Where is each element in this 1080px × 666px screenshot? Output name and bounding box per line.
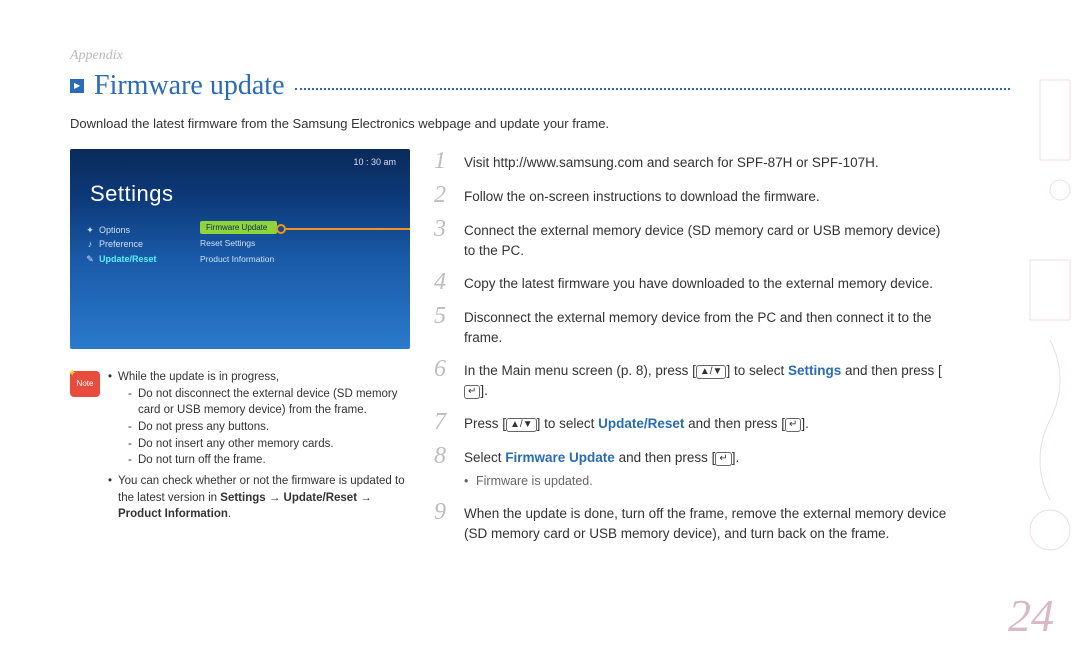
pencil-icon: ✎ xyxy=(86,252,94,266)
note-line-2c: . xyxy=(228,508,231,520)
step-number: 2 xyxy=(434,183,450,207)
title-row: Firmware update xyxy=(70,70,1010,102)
step-text: In the Main menu screen (p. 8), press [▲… xyxy=(464,357,950,400)
note-icon: ♪ xyxy=(86,237,94,251)
note-badge-icon: Note xyxy=(70,371,100,397)
menu-update-reset: Update/Reset xyxy=(99,252,157,266)
update-reset-link: Update/Reset xyxy=(598,416,684,431)
step-text: Follow the on-screen instructions to dow… xyxy=(464,183,820,207)
play-icon xyxy=(70,79,84,93)
steps-list: 1 Visit http://www.samsung.com and searc… xyxy=(434,149,950,543)
step-3: 3 Connect the external memory device (SD… xyxy=(434,217,950,260)
screenshot-time: 10 : 30 am xyxy=(353,157,396,167)
settings-link: Settings xyxy=(788,363,841,378)
step-6: 6 In the Main menu screen (p. 8), press … xyxy=(434,357,950,400)
step-number: 6 xyxy=(434,357,450,381)
menu-preference: Preference xyxy=(99,237,143,251)
screenshot-right-menu: Firmware Update Reset Settings Product I… xyxy=(200,219,277,267)
note-sub-2: Do not press any buttons. xyxy=(128,419,410,436)
title-dotted-line xyxy=(295,88,1011,90)
step-8: 8 Select Firmware Update and then press … xyxy=(434,444,950,490)
step-text: Select Firmware Update and then press [↵… xyxy=(464,444,739,490)
step-9: 9 When the update is done, turn off the … xyxy=(434,500,950,543)
step-1: 1 Visit http://www.samsung.com and searc… xyxy=(434,149,950,173)
note-sub-1: Do not disconnect the external device (S… xyxy=(128,386,410,419)
step-5: 5 Disconnect the external memory device … xyxy=(434,304,950,347)
step-text: Copy the latest firmware you have downlo… xyxy=(464,270,933,294)
menu-firmware-update: Firmware Update xyxy=(200,221,277,234)
callout-circle-icon xyxy=(276,224,286,234)
updown-key-icon: ▲/▼ xyxy=(696,365,727,379)
gear-icon: ✦ xyxy=(86,223,94,237)
step-text: When the update is done, turn off the fr… xyxy=(464,500,950,543)
step-8-note: Firmware is updated. xyxy=(464,472,739,490)
menu-reset-settings: Reset Settings xyxy=(200,235,277,251)
step-number: 5 xyxy=(434,304,450,328)
callout-line xyxy=(286,228,410,230)
section-label: Appendix xyxy=(70,48,1010,64)
step-number: 1 xyxy=(434,149,450,173)
menu-options: Options xyxy=(99,223,130,237)
note-sub-4: Do not turn off the frame. xyxy=(128,452,410,469)
page-title: Firmware update xyxy=(94,70,285,102)
step-4: 4 Copy the latest firmware you have down… xyxy=(434,270,950,294)
step-number: 8 xyxy=(434,444,450,468)
step-7: 7 Press [▲/▼] to select Update/Reset and… xyxy=(434,410,950,434)
settings-screenshot: 10 : 30 am Settings ✦ Options ♪ Preference… xyxy=(70,149,410,349)
menu-product-information: Product Information xyxy=(200,251,277,267)
step-text: Connect the external memory device (SD m… xyxy=(464,217,950,260)
firmware-update-link: Firmware Update xyxy=(505,450,615,465)
step-text: Press [▲/▼] to select Update/Reset and t… xyxy=(464,410,809,434)
enter-key-icon: ↵ xyxy=(715,452,731,466)
step-number: 3 xyxy=(434,217,450,241)
enter-key-icon: ↵ xyxy=(464,385,480,399)
updown-key-icon: ▲/▼ xyxy=(506,418,537,432)
screenshot-title: Settings xyxy=(90,181,174,207)
intro-text: Download the latest firmware from the Sa… xyxy=(70,116,1010,131)
step-2: 2 Follow the on-screen instructions to d… xyxy=(434,183,950,207)
step-text: Visit http://www.samsung.com and search … xyxy=(464,149,879,173)
note-line-1: While the update is in progress, xyxy=(118,371,279,383)
note-sub-3: Do not insert any other memory cards. xyxy=(128,436,410,453)
enter-key-icon: ↵ xyxy=(785,418,801,432)
screenshot-left-menu: ✦ Options ♪ Preference ✎ Update/Reset xyxy=(86,223,157,266)
step-number: 4 xyxy=(434,270,450,294)
note-block: Note While the update is in progress, Do… xyxy=(70,369,410,527)
decorative-art xyxy=(1020,60,1080,600)
step-text: Disconnect the external memory device fr… xyxy=(464,304,950,347)
step-number: 7 xyxy=(434,410,450,434)
step-number: 9 xyxy=(434,500,450,524)
